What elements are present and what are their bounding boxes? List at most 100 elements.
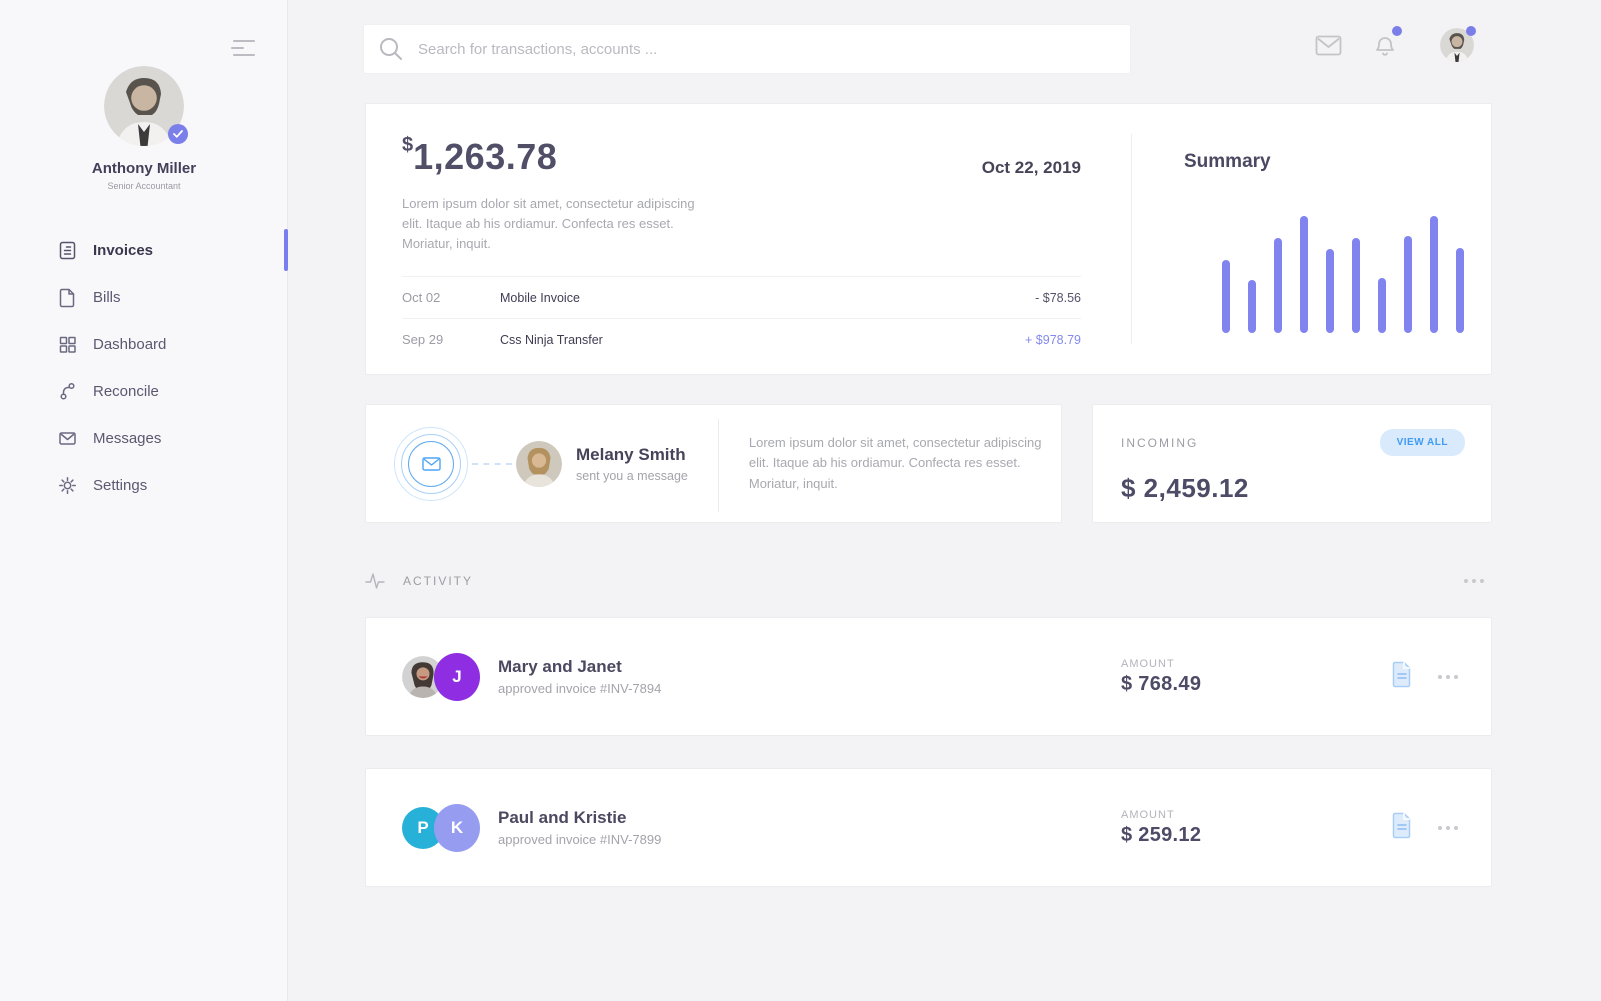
sidebar-item-invoices[interactable]: Invoices [0,227,288,274]
avatar [516,441,562,487]
summary-title: Summary [1184,151,1492,173]
transaction-name: Mobile Invoice [500,291,1035,305]
transaction-amount: - $78.56 [1035,291,1081,305]
invoice-file-button[interactable] [1391,661,1413,693]
notification-dot [1392,26,1402,36]
message-preview: Lorem ipsum dolor sit amet, consectetur … [749,433,1061,493]
transaction-name: Css Ninja Transfer [500,333,1025,347]
currency-symbol: $ [402,134,413,156]
activity-row[interactable]: J Mary and Janet approved invoice #INV-7… [365,617,1492,736]
balance-date: Oct 22, 2019 [982,158,1081,178]
letter-avatar: J [434,653,480,701]
page: { "colors": { "accent_purple": "#8184ee"… [0,0,1601,1001]
header-icons [1315,28,1474,62]
invoice-file-button[interactable] [1391,812,1413,844]
verified-badge [168,124,188,144]
view-all-button[interactable]: VIEW ALL [1380,429,1465,456]
invoice-icon [57,240,78,261]
sidebar-item-label: Dashboard [93,336,166,353]
mail-icon [422,457,441,471]
reconcile-icon [57,381,78,402]
activity-title: Paul and Kristie [498,808,661,828]
transaction-date: Oct 02 [402,290,500,305]
sidebar-item-reconcile[interactable]: Reconcile [0,368,288,415]
activity-header: ACTIVITY [365,568,1492,594]
transactions-table: Oct 02 Mobile Invoice - $78.56 Sep 29 Cs… [402,276,1081,360]
search-icon [378,36,404,62]
profile: Anthony Miller Senior Accountant [0,66,288,191]
main-content: $1,263.78 Oct 22, 2019 Lorem ipsum dolor… [289,0,1601,1001]
balance-details: $1,263.78 Oct 22, 2019 Lorem ipsum dolor… [366,104,1131,376]
summary-bar [1404,236,1412,333]
dashboard-icon [57,334,78,355]
summary-bar [1378,278,1386,333]
row-options-button[interactable] [1438,826,1458,830]
balance-card: $1,263.78 Oct 22, 2019 Lorem ipsum dolor… [365,103,1492,375]
incoming-card: INCOMING VIEW ALL $ 2,459.12 [1092,404,1492,523]
amount-label: AMOUNT [1121,658,1201,670]
messages-icon [57,428,78,449]
mail-icon [1315,35,1342,56]
sidebar-nav: Invoices Bills Dashboard Reco [0,227,288,509]
message-sender-name: Melany Smith [576,445,688,465]
amount-value: $ 768.49 [1121,673,1201,696]
balance-description: Lorem ipsum dolor sit amet, consectetur … [402,194,712,254]
activity-options-button[interactable] [1464,579,1484,583]
profile-name: Anthony Miller [0,160,288,177]
activity-subtitle: approved invoice #INV-7894 [498,681,661,696]
avatar-group: P K [402,804,480,852]
summary-chart [1222,216,1464,333]
transaction-row[interactable]: Sep 29 Css Ninja Transfer + $978.79 [402,318,1081,360]
file-icon [1391,661,1413,688]
incoming-label: INCOMING [1121,436,1198,450]
activity-label: ACTIVITY [403,574,473,588]
sidebar-item-label: Reconcile [93,383,159,400]
balance-amount: $1,263.78 [402,134,557,178]
search-bar [363,24,1131,74]
summary-bar [1300,216,1308,333]
sidebar-item-messages[interactable]: Messages [0,415,288,462]
notification-dot [1466,26,1476,36]
divider [718,419,719,512]
notifications-button[interactable] [1374,32,1396,58]
transaction-amount: + $978.79 [1025,333,1081,347]
menu-toggle-icon[interactable] [231,40,255,56]
amount-label: AMOUNT [1121,809,1201,821]
summary-bar [1248,280,1256,333]
summary-bar [1352,238,1360,333]
activity-row[interactable]: P K Paul and Kristie approved invoice #I… [365,768,1492,887]
bill-icon [57,287,78,308]
incoming-amount: $ 2,459.12 [1121,473,1465,504]
sidebar-item-bills[interactable]: Bills [0,274,288,321]
bell-icon [1374,32,1396,58]
sidebar-item-dashboard[interactable]: Dashboard [0,321,288,368]
sidebar-item-settings[interactable]: Settings [0,462,288,509]
profile-menu-button[interactable] [1440,28,1474,62]
sidebar-item-label: Bills [93,289,121,306]
settings-icon [57,475,78,496]
check-icon [173,130,183,138]
summary-bar [1326,249,1334,333]
activity-title: Mary and Janet [498,657,661,677]
mail-ripple-icon [394,427,468,501]
sidebar: Anthony Miller Senior Accountant Invoice… [0,0,288,1001]
dashed-connector [472,463,512,465]
message-subtitle: sent you a message [576,469,688,483]
summary-bar [1430,216,1438,333]
sidebar-item-label: Invoices [93,242,153,259]
sidebar-item-label: Settings [93,477,147,494]
mail-button[interactable] [1315,35,1342,56]
summary-bar [1274,238,1282,333]
search-input[interactable] [418,41,1116,58]
avatar-group: J [402,653,480,701]
file-icon [1391,812,1413,839]
summary-section: Summary [1131,134,1492,344]
transaction-row[interactable]: Oct 02 Mobile Invoice - $78.56 [402,276,1081,318]
profile-role: Senior Accountant [0,181,288,191]
activity-pulse-icon [365,571,385,591]
row-options-button[interactable] [1438,675,1458,679]
sidebar-item-label: Messages [93,430,161,447]
summary-bar [1456,248,1464,333]
letter-avatar: K [434,804,480,852]
message-card[interactable]: Melany Smith sent you a message Lorem ip… [365,404,1062,523]
